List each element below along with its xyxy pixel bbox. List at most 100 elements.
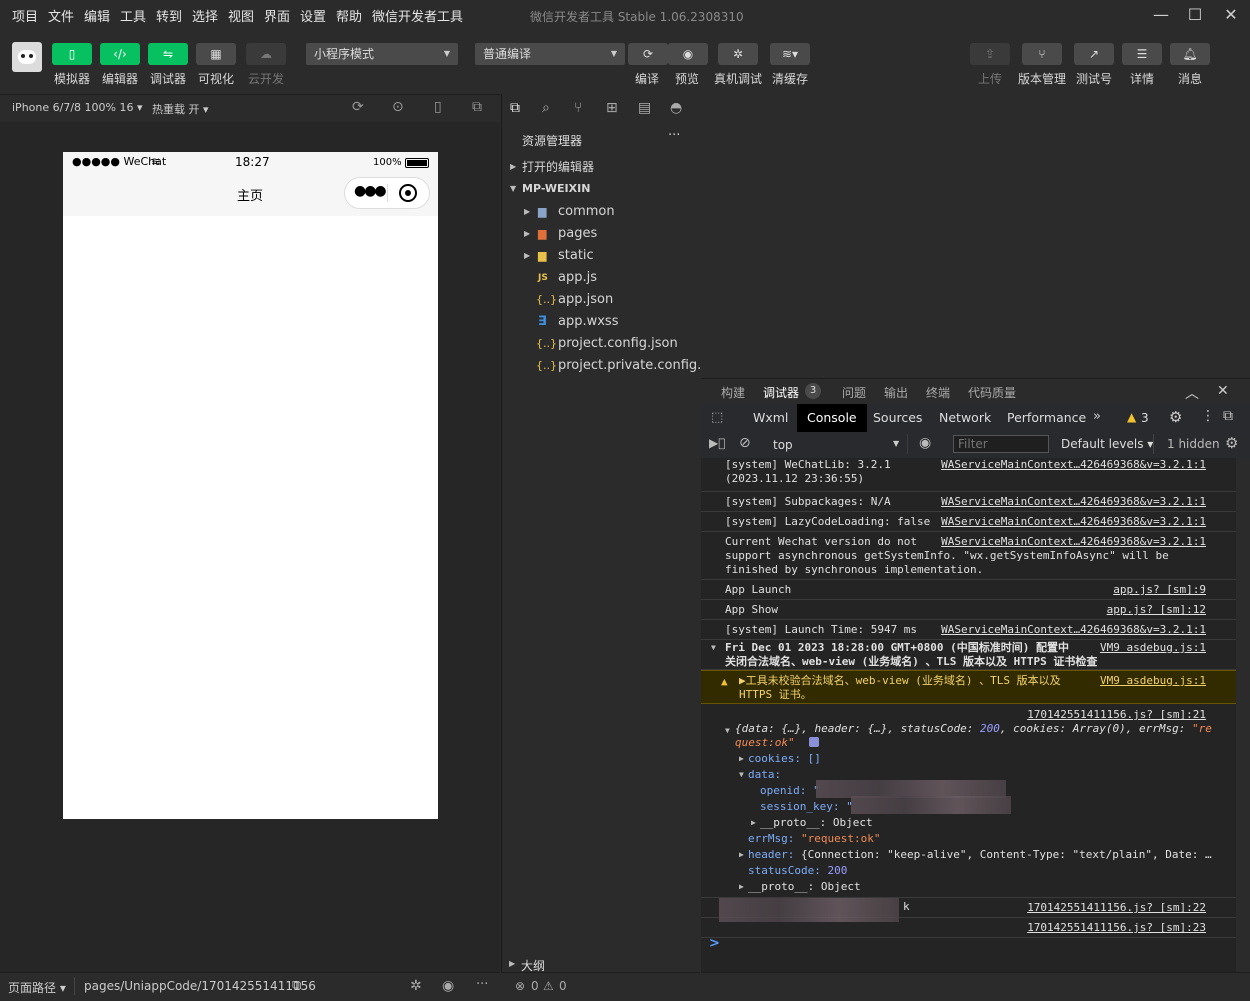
minimize-icon[interactable]: — bbox=[1150, 5, 1172, 25]
open-editors-section[interactable]: ▶ 打开的编辑器 bbox=[502, 156, 701, 178]
tree-item-app-wxss[interactable]: ∃ app.wxss bbox=[502, 311, 701, 333]
close-icon[interactable]: ✕ bbox=[1220, 5, 1242, 25]
context-select[interactable]: top ▼ bbox=[767, 434, 908, 454]
object-summary[interactable]: {data: {…}, header: {…}, statusCode: 200… bbox=[735, 722, 1212, 735]
error-count[interactable]: 0 bbox=[531, 979, 539, 993]
menu-file[interactable]: 文件 bbox=[48, 6, 74, 25]
more-dots-icon[interactable]: ●●● bbox=[354, 183, 387, 199]
rotate-icon[interactable]: ⟳ bbox=[352, 99, 364, 115]
log-source-link[interactable]: WAServiceMainContext…426469368&v=3.2.1:1 bbox=[941, 623, 1206, 636]
tab-debugger[interactable]: 调试器 bbox=[763, 384, 799, 401]
tab-terminal[interactable]: 终端 bbox=[926, 384, 950, 401]
more-tabs-icon[interactable]: » bbox=[1093, 409, 1101, 424]
tab-output[interactable]: 输出 bbox=[884, 384, 908, 401]
version-button[interactable]: ⑂ bbox=[1022, 43, 1062, 65]
compile-button[interactable]: ⟳ bbox=[628, 43, 668, 65]
device-select[interactable]: iPhone 6/7/8 100% 16 ▾ bbox=[12, 101, 143, 114]
bug-icon[interactable]: ✲ bbox=[410, 978, 422, 994]
hot-reload-toggle[interactable]: 热重载 开 ▾ bbox=[152, 101, 209, 117]
upload-button[interactable]: ⇪ bbox=[970, 43, 1010, 65]
console-scrollbar[interactable] bbox=[1236, 458, 1250, 972]
menu-goto[interactable]: 转到 bbox=[156, 6, 182, 25]
menu-edit[interactable]: 编辑 bbox=[84, 6, 110, 25]
log-source-link[interactable]: app.js? [sm]:9 bbox=[1113, 583, 1206, 596]
tab-build[interactable]: 构建 bbox=[721, 384, 745, 401]
clear-cache-button[interactable]: ≋▾ bbox=[770, 43, 810, 65]
log-source-link[interactable]: WAServiceMainContext…426469368&v=3.2.1:1 bbox=[941, 515, 1206, 528]
files-icon[interactable]: ⧉ bbox=[510, 100, 526, 116]
mode-select[interactable]: 小程序模式 ▼ bbox=[306, 43, 458, 65]
git-branch-icon[interactable]: ⑂ bbox=[574, 100, 590, 116]
eye-icon[interactable]: ◉ bbox=[442, 978, 454, 994]
tab-performance[interactable]: Performance bbox=[997, 404, 1096, 432]
error-icon[interactable]: ⊗ bbox=[515, 979, 525, 993]
close-panel-icon[interactable]: ✕ bbox=[1217, 383, 1229, 399]
tree-item-pages[interactable]: ▶ ▆ pages bbox=[502, 223, 701, 245]
info-icon[interactable] bbox=[809, 737, 819, 747]
chevron-right-icon[interactable]: ▶ bbox=[739, 850, 744, 859]
menu-settings[interactable]: 设置 bbox=[300, 6, 326, 25]
chevron-down-icon[interactable]: ▼ bbox=[725, 726, 730, 735]
tab-console[interactable]: Console bbox=[797, 404, 867, 432]
phone-screen[interactable]: ●●●●● WeChat ≋ 18:27 100% 主页 ●●● bbox=[63, 152, 438, 819]
log-source-link[interactable]: VM9 asdebug.js:1 bbox=[1100, 641, 1206, 654]
messages-button[interactable]: 🔔︎ bbox=[1170, 43, 1210, 65]
menu-help[interactable]: 帮助 bbox=[336, 6, 362, 25]
log-source-link[interactable]: 170142551411156.js? [sm]:21 bbox=[1027, 708, 1206, 721]
debugger-button[interactable]: ⇋ bbox=[148, 43, 188, 65]
warning-count[interactable]: 3 bbox=[1141, 411, 1149, 425]
sidebar-toggle-icon[interactable]: ▶⃞ bbox=[709, 436, 725, 450]
visual-button[interactable]: ▦ bbox=[196, 43, 236, 65]
undock-icon[interactable]: ⧉ bbox=[1223, 408, 1233, 424]
tab-code-quality[interactable]: 代码质量 bbox=[968, 384, 1016, 401]
warning-outline-icon[interactable]: ⚠ bbox=[543, 979, 554, 993]
console-prompt[interactable]: > bbox=[709, 936, 720, 951]
chevron-down-icon[interactable]: ▼ bbox=[739, 770, 744, 779]
kebab-menu-icon[interactable]: ⋮ bbox=[1201, 408, 1215, 424]
console-settings-icon[interactable]: ⚙ bbox=[1225, 434, 1238, 452]
more-icon[interactable]: ··· bbox=[668, 128, 680, 143]
log-source-link[interactable]: WAServiceMainContext…426469368&v=3.2.1:1 bbox=[941, 535, 1206, 548]
log-source-link[interactable]: WAServiceMainContext…426469368&v=3.2.1:1 bbox=[941, 458, 1206, 471]
tab-wxml[interactable]: Wxml bbox=[743, 404, 798, 432]
tree-item-app-json[interactable]: {..} app.json bbox=[502, 289, 701, 311]
project-section[interactable]: ▼ MP-WEIXIN bbox=[502, 178, 701, 200]
menu-tools[interactable]: 工具 bbox=[120, 6, 146, 25]
warning-count[interactable]: 0 bbox=[559, 979, 567, 993]
log-source-link[interactable]: WAServiceMainContext…426469368&v=3.2.1:1 bbox=[941, 495, 1206, 508]
capsule-button[interactable]: ●●● bbox=[344, 177, 430, 209]
extensions-icon[interactable]: ⊞ bbox=[606, 100, 622, 116]
log-source-link[interactable]: VM9 asdebug.js:1 bbox=[1100, 674, 1206, 687]
test-account-button[interactable]: ↗ bbox=[1074, 43, 1114, 65]
avatar[interactable] bbox=[12, 42, 42, 72]
tree-item-app-js[interactable]: JS app.js bbox=[502, 267, 701, 289]
popout-icon[interactable]: ⧉ bbox=[472, 99, 482, 115]
chevron-right-icon[interactable]: ▶ bbox=[739, 754, 744, 763]
phone-icon[interactable]: ▯ bbox=[434, 99, 442, 115]
eye-icon[interactable]: ◉ bbox=[919, 435, 931, 451]
tree-item-project-config[interactable]: {..} project.config.json bbox=[502, 333, 701, 355]
gear-icon[interactable]: ⚙ bbox=[1169, 408, 1182, 426]
menu-select[interactable]: 选择 bbox=[192, 6, 218, 25]
preview-button[interactable]: ◉ bbox=[668, 43, 708, 65]
tree-item-common[interactable]: ▶ ▆ common bbox=[502, 201, 701, 223]
tab-problems[interactable]: 问题 bbox=[842, 384, 866, 401]
menu-view[interactable]: 视图 bbox=[228, 6, 254, 25]
close-target-icon[interactable] bbox=[399, 184, 417, 202]
menu-interface[interactable]: 界面 bbox=[264, 6, 290, 25]
tree-item-project-private-config[interactable]: {..} project.private.config.js... bbox=[502, 355, 724, 377]
chevron-right-icon[interactable]: ▶ bbox=[751, 818, 756, 827]
more-icon[interactable]: ··· bbox=[476, 977, 488, 992]
editor-button[interactable]: ‹/› bbox=[100, 43, 140, 65]
storage-icon[interactable]: ▤ bbox=[638, 100, 654, 116]
search-icon[interactable]: ⌕ bbox=[542, 100, 558, 116]
log-source-link[interactable]: 170142551411156.js? [sm]:23 bbox=[1027, 921, 1206, 934]
menu-wechat-devtools[interactable]: 微信开发者工具 bbox=[372, 6, 463, 25]
docker-icon[interactable]: ◓ bbox=[670, 100, 686, 116]
simulator-button[interactable]: ▯ bbox=[52, 43, 92, 65]
details-button[interactable]: ☰ bbox=[1122, 43, 1162, 65]
tab-network[interactable]: Network bbox=[929, 404, 1001, 432]
levels-select[interactable]: Default levels ▾ bbox=[1061, 437, 1153, 451]
cloud-button[interactable]: ☁ bbox=[246, 43, 286, 65]
record-icon[interactable]: ⊙ bbox=[392, 99, 404, 115]
